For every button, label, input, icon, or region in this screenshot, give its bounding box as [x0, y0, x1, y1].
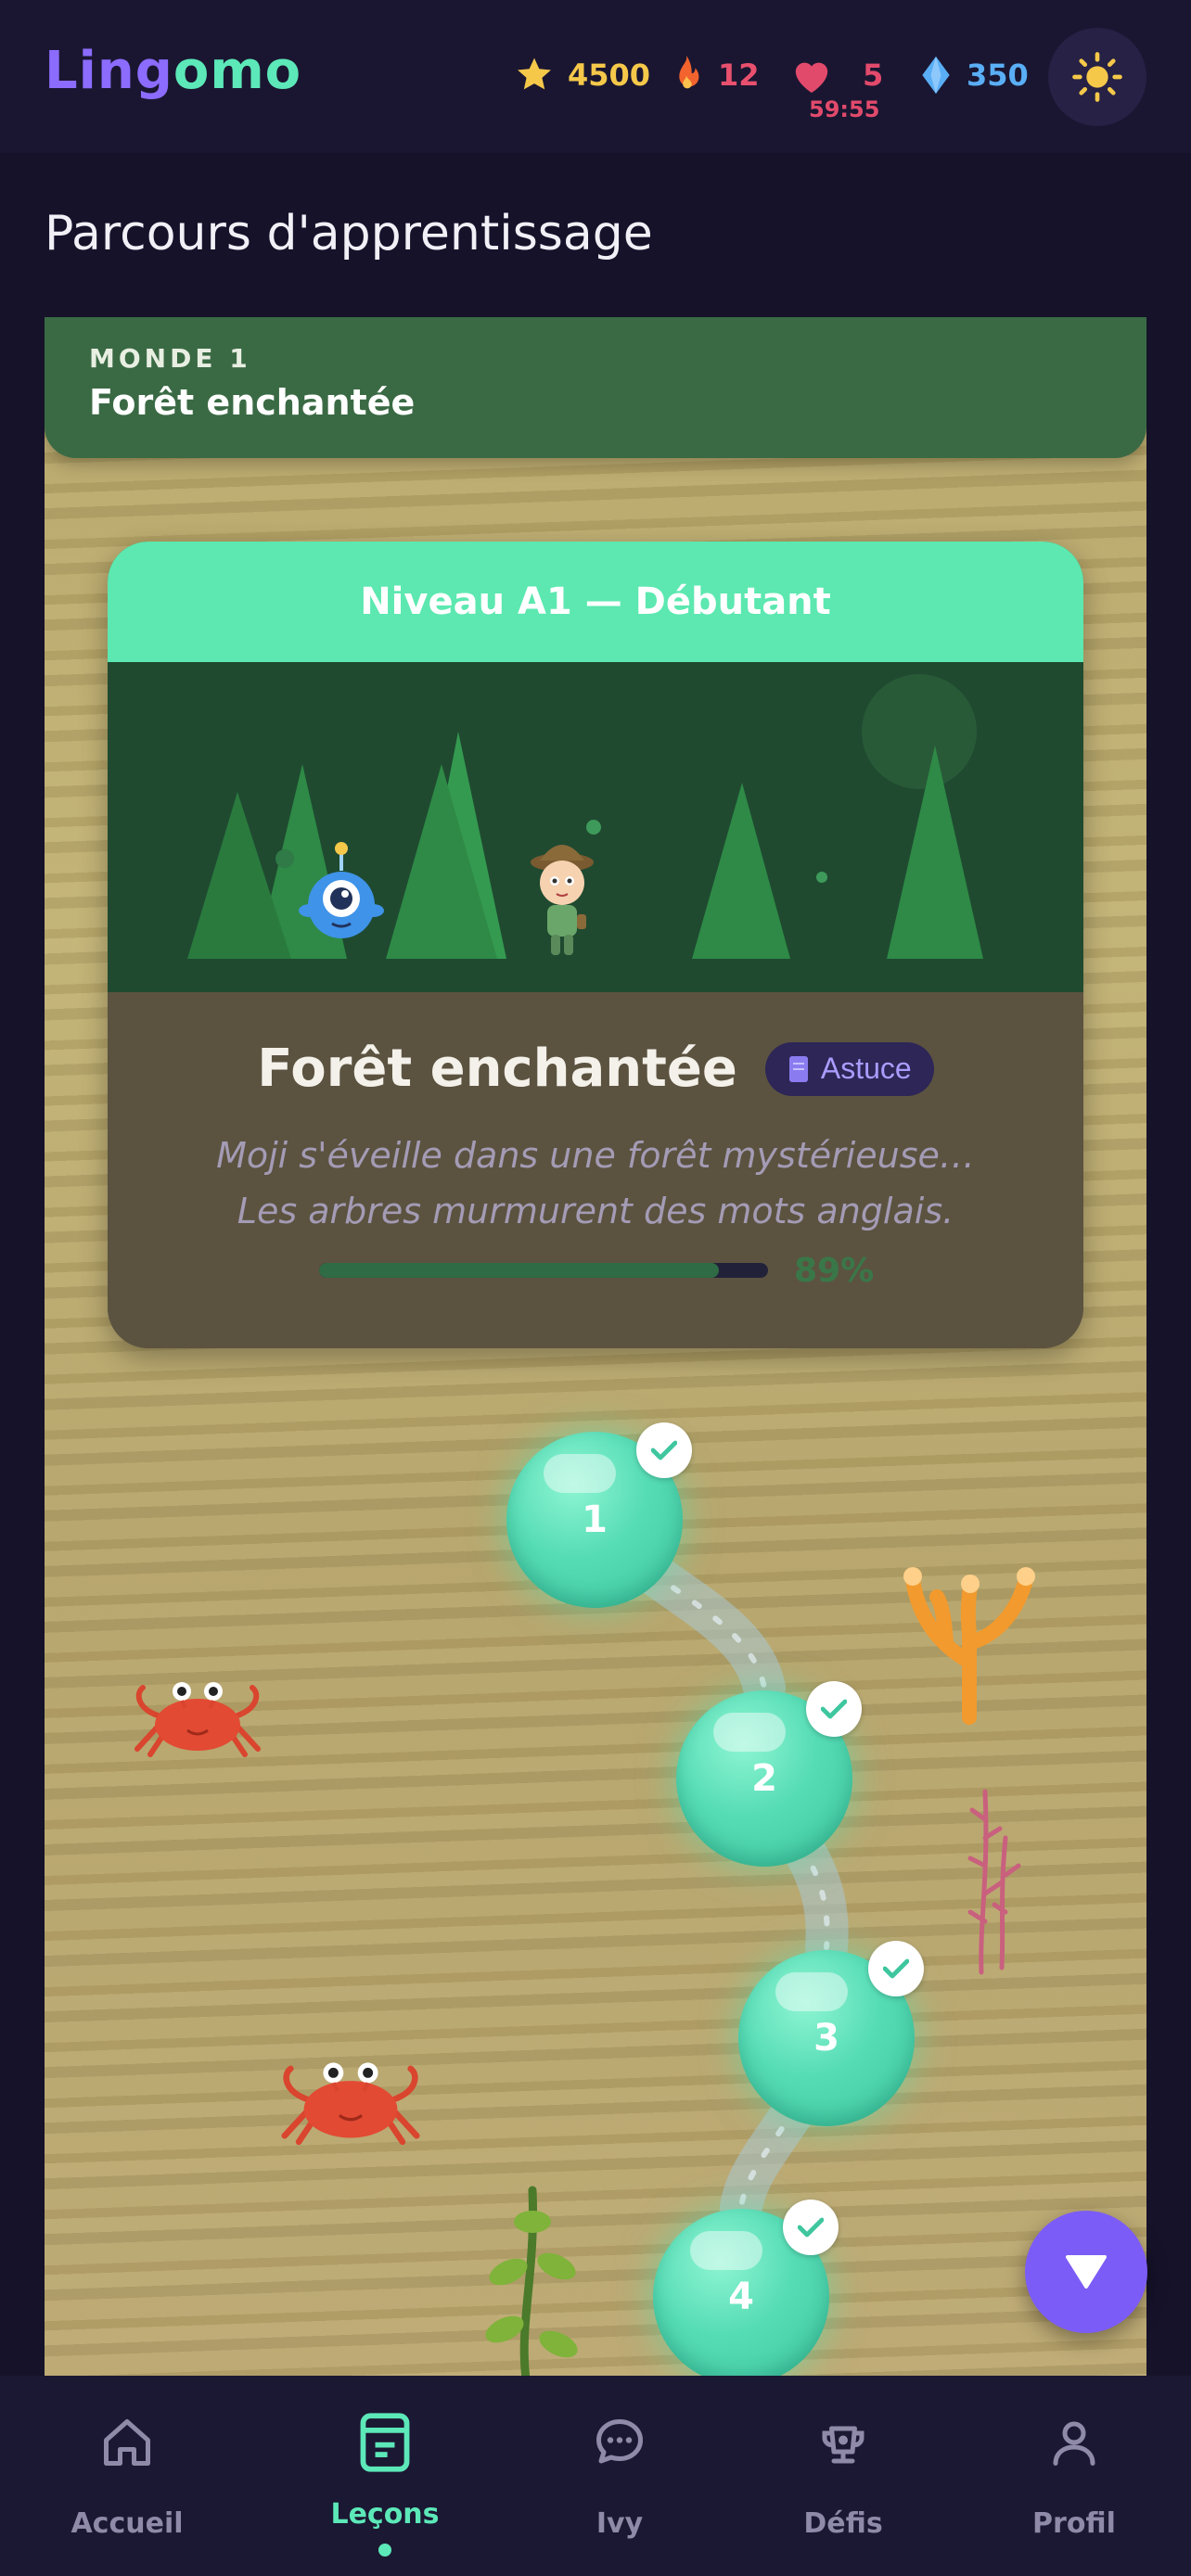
lesson-number: 2	[751, 1757, 777, 1800]
lesson-node-3[interactable]: 3	[738, 1941, 924, 2126]
pink-seaweed-decoration	[967, 1789, 1021, 1975]
lesson-node-1[interactable]: 1	[506, 1422, 692, 1608]
level-title: Forêt enchantée	[257, 1039, 737, 1099]
sun-icon	[1072, 52, 1122, 102]
level-progress: 89%	[319, 1251, 894, 1290]
hearts-value: 5	[863, 57, 884, 93]
forest-scene-illustration	[108, 662, 1083, 992]
tip-button[interactable]: Astuce	[764, 1041, 934, 1096]
world-header: MONDE 1 Forêt enchantée	[45, 317, 1146, 458]
completed-check-icon	[783, 2200, 839, 2255]
lesson-number: 3	[813, 2017, 839, 2060]
tip-label: Astuce	[820, 1052, 912, 1085]
lesson-number: 4	[728, 2276, 754, 2318]
level-description: Moji s'éveille dans une forêt mystérieus…	[216, 1135, 975, 1231]
top-bar: Lingomo 4500 12 5 59:55 350	[0, 0, 1191, 153]
challenge-icon	[822, 2426, 864, 2464]
lesson-node-2[interactable]: 2	[676, 1681, 862, 1867]
nav-label: Profil	[1032, 2507, 1116, 2540]
page-title: Parcours d'apprentissage	[45, 206, 653, 261]
streak-value: 12	[718, 57, 760, 93]
level-band-label: Niveau A1 — Débutant	[360, 580, 831, 623]
progress-percentage: 89%	[794, 1251, 875, 1290]
level-card[interactable]: Niveau A1 — Débutant Forêt enchantée Ast…	[108, 542, 1083, 1348]
nav-label: Accueil	[70, 2507, 184, 2540]
level-band: Niveau A1 — Débutant	[108, 542, 1083, 662]
progress-track	[319, 1263, 768, 1278]
nav-label: Défis	[803, 2507, 883, 2540]
bottom-navigation: Accueil Leçons Ivy Défis Profil	[0, 2376, 1191, 2576]
book-icon	[788, 1055, 808, 1082]
nav-item-profil[interactable]: Profil	[995, 2376, 1153, 2576]
nav-label: Leçons	[330, 2498, 440, 2531]
hearts-refill-timer: 59:55	[809, 96, 880, 122]
lessons-icon	[360, 2413, 410, 2472]
nav-item-lecons[interactable]: Leçons	[306, 2376, 464, 2576]
hearts-counter[interactable]: 5	[790, 52, 883, 98]
profile-icon	[1053, 2421, 1095, 2466]
completed-check-icon	[868, 1941, 924, 1996]
lesson-number: 1	[582, 1498, 608, 1541]
nav-item-defis[interactable]: Défis	[764, 2376, 922, 2576]
lesson-node-4[interactable]: 4	[653, 2200, 839, 2376]
world-name: Forêt enchantée	[89, 382, 416, 423]
nav-label: Ivy	[596, 2507, 644, 2540]
fire-icon	[679, 55, 699, 89]
gem-icon	[922, 56, 950, 95]
home-icon	[104, 2419, 150, 2466]
nav-item-ivy[interactable]: Ivy	[541, 2376, 698, 2576]
nav-item-accueil[interactable]: Accueil	[48, 2376, 206, 2576]
streak-counter[interactable]: 12	[668, 52, 760, 98]
gems-value: 350	[967, 57, 1029, 93]
completed-check-icon	[806, 1681, 862, 1737]
star-icon	[518, 57, 551, 90]
gems-counter[interactable]: 350	[918, 52, 1029, 98]
orange-coral-decoration	[903, 1567, 1035, 1725]
scroll-down-button[interactable]	[1025, 2211, 1147, 2333]
logo-text-part2: omo	[173, 41, 302, 101]
crab-decoration	[134, 1682, 261, 1757]
level-card-body: Forêt enchantée Astuce Moji s'éveille da…	[108, 992, 1083, 1348]
green-kelp-decoration	[485, 2186, 578, 2376]
active-indicator	[378, 2544, 391, 2557]
app-logo[interactable]: Lingomo	[45, 41, 301, 101]
stars-value: 4500	[568, 57, 651, 93]
theme-toggle-button[interactable]	[1048, 28, 1146, 126]
stars-counter[interactable]: 4500	[514, 52, 650, 98]
triangle-down-icon	[1066, 2255, 1107, 2289]
world-kicker: MONDE 1	[89, 343, 251, 374]
world-map[interactable]: MONDE 1 Forêt enchantée Niveau A1 — Débu…	[45, 317, 1146, 2376]
completed-check-icon	[636, 1422, 692, 1478]
heart-icon	[795, 62, 828, 94]
crab-decoration-2	[281, 2062, 420, 2146]
chat-bubble-icon	[596, 2419, 643, 2464]
progress-fill	[319, 1263, 719, 1278]
logo-text-part1: Ling	[45, 41, 173, 101]
